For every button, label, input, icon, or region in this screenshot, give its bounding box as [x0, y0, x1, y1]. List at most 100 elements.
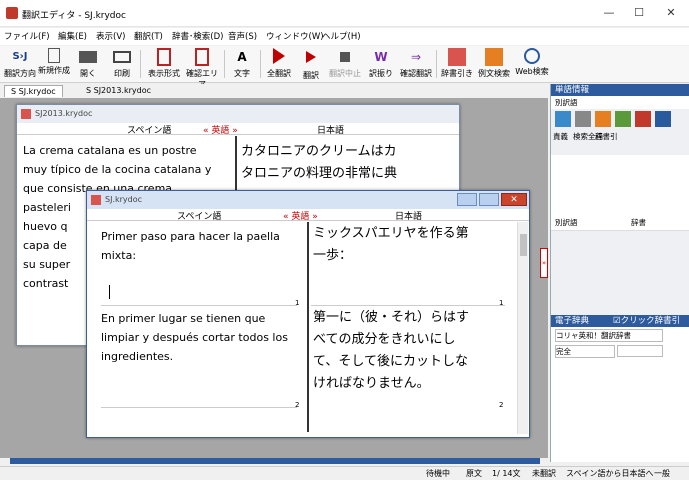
menu-translate[interactable]: 翻訳(T): [134, 30, 163, 42]
row2-japanese[interactable]: 第一に（彼・それ）らはす べての成分をきれいにし て、そして後にカットしな けれ…: [313, 307, 513, 395]
block-icon[interactable]: [635, 111, 651, 127]
back-window-titlebar[interactable]: SJ2013.krydoc: [17, 105, 459, 123]
stop-icon: [340, 52, 350, 62]
col-alt: 別訳語: [555, 218, 578, 227]
web-search-button[interactable]: Web検索: [514, 48, 550, 77]
row-divider: [101, 305, 297, 306]
line: べての成分をきれいにし: [313, 332, 456, 347]
menu-dictionary[interactable]: 辞書･検索(D): [172, 30, 223, 42]
toolbar-separator: [260, 50, 261, 78]
print-label: 印刷: [114, 69, 130, 78]
new-button[interactable]: 新規作成: [38, 48, 70, 76]
definition-icon[interactable]: [555, 111, 571, 127]
normal-icon[interactable]: [655, 111, 671, 127]
menu-window[interactable]: ウィンドウ(W): [266, 30, 324, 42]
tab-sj[interactable]: S SJ.krydoc: [4, 85, 63, 97]
minimize-button[interactable]: —: [594, 4, 624, 22]
dictionary-select[interactable]: コリャ英和！翻訳辞書: [555, 329, 663, 342]
confirm-translate-icon: ⇒: [410, 50, 422, 64]
register-icon[interactable]: [615, 111, 631, 127]
stop-translate-button[interactable]: 翻訳中止: [328, 48, 362, 79]
example-search-button[interactable]: 例文検索: [476, 48, 512, 79]
text-cursor: [109, 285, 110, 299]
translate-all-button[interactable]: 全翻訳: [264, 48, 294, 79]
alt-translation-tab[interactable]: 別訳語: [551, 96, 689, 109]
col-dict: 辞書: [631, 218, 646, 227]
search-input[interactable]: [617, 345, 663, 357]
minimize-button[interactable]: [457, 193, 477, 206]
row-divider: [101, 407, 297, 408]
scroll-thumb[interactable]: [520, 234, 527, 256]
front-window-title: SJ.krydoc: [105, 195, 143, 204]
header-english[interactable]: « 英語 »: [283, 209, 318, 222]
line: タロニアの料理の非常に典: [241, 166, 398, 181]
tab-sj2013[interactable]: S SJ2013.krydoc: [80, 85, 157, 97]
line: 第一に（彼・それ）らはす: [313, 310, 470, 325]
open-button[interactable]: 開く: [74, 48, 102, 79]
header-spanish: スペイン語: [127, 126, 172, 136]
font-icon: A: [237, 50, 247, 64]
maximize-button[interactable]: [479, 193, 499, 206]
dict-select-row: コリャ英和！翻訳辞書: [551, 327, 689, 343]
confirm-translate-button[interactable]: ⇒ 確認翻訳: [398, 48, 434, 79]
maximize-button[interactable]: ☐: [624, 4, 654, 22]
display-format-button[interactable]: 表示形式: [146, 48, 182, 79]
header-english[interactable]: « 英語 »: [203, 123, 238, 136]
translate-button[interactable]: 翻訳: [298, 48, 324, 81]
vertical-scrollbar[interactable]: [517, 222, 528, 434]
layout-icon: [157, 48, 171, 66]
direction-button[interactable]: S›J 翻訳方向: [4, 48, 36, 79]
search-icon[interactable]: [575, 111, 591, 127]
line: ければなりません。: [313, 376, 430, 391]
back-japanese-text[interactable]: カタロニアのクリームはカ タロニアの料理の非常に典: [241, 141, 441, 185]
status-sentence: 1/ 14文: [492, 469, 521, 478]
new-document-icon: [48, 48, 60, 63]
click-lookup-checkbox[interactable]: ☑クリック辞書引: [613, 315, 680, 327]
line: ミックスパエリヤを作る第: [313, 226, 469, 241]
bottom-splitter[interactable]: [10, 458, 540, 464]
row1-japanese[interactable]: ミックスパエリヤを作る第 一歩：: [313, 223, 513, 267]
line: muy típico de la cocina catalana y: [23, 163, 212, 176]
font-button[interactable]: A 文字: [228, 48, 256, 79]
front-document-window[interactable]: SJ.krydoc ✕ スペイン語 « 英語 » 日本語 Primer paso…: [86, 190, 530, 438]
stop-translate-label: 翻訳中止: [329, 69, 361, 78]
window-title: 翻訳エディタ - SJ.krydoc: [22, 11, 126, 21]
dict-lookup-button[interactable]: 辞書引き: [440, 48, 474, 79]
document-icon: [91, 195, 101, 205]
play-icon: [273, 48, 285, 64]
line: て、そして後にカットしな: [313, 354, 468, 369]
close-button[interactable]: ✕: [656, 4, 686, 22]
document-icon: [21, 109, 31, 119]
menu-help[interactable]: ヘルプ(H): [322, 30, 361, 42]
lookup-icon[interactable]: [595, 111, 611, 127]
line: En primer lugar se tienen que: [101, 312, 266, 325]
translate-label: 翻訳: [303, 71, 319, 80]
example-search-label: 例文検索: [478, 69, 510, 78]
status-translated: 未翻訳: [532, 469, 556, 478]
row2-spanish[interactable]: En primer lugar se tienen que limpiar y …: [101, 309, 301, 366]
alt-table-header: 別訳語 辞書: [551, 215, 689, 231]
row-divider: [311, 305, 505, 306]
panel-icon-row: 責義 検索全画 辞書引: [551, 109, 689, 155]
menu-view[interactable]: 表示(V): [96, 30, 125, 42]
menu-edit[interactable]: 編集(E): [58, 30, 87, 42]
print-button[interactable]: 印刷: [108, 48, 136, 79]
close-button[interactable]: ✕: [501, 193, 527, 206]
mode-select[interactable]: 完全: [555, 345, 615, 358]
column-splitter[interactable]: [307, 222, 309, 432]
row1-spanish[interactable]: Primer paso para hacer la paella mixta:: [101, 227, 297, 265]
web-search-label: Web検索: [515, 67, 549, 76]
font-label: 文字: [234, 69, 250, 78]
toolbar-separator: [436, 50, 437, 78]
menu-audio[interactable]: 音声(S): [228, 30, 257, 42]
check-area-icon: [195, 48, 209, 66]
line: mixta:: [101, 249, 137, 262]
status-direction: スペイン語から日本語へ: [566, 469, 654, 478]
direction-icon: S›J: [12, 51, 28, 62]
menu-file[interactable]: ファイル(F): [4, 30, 50, 42]
ruby-button[interactable]: W 訳振り: [366, 48, 396, 79]
panel-toggle[interactable]: »: [540, 248, 548, 278]
globe-icon: [524, 48, 540, 64]
new-label: 新規作成: [38, 66, 70, 75]
ruby-icon: W: [374, 50, 388, 64]
